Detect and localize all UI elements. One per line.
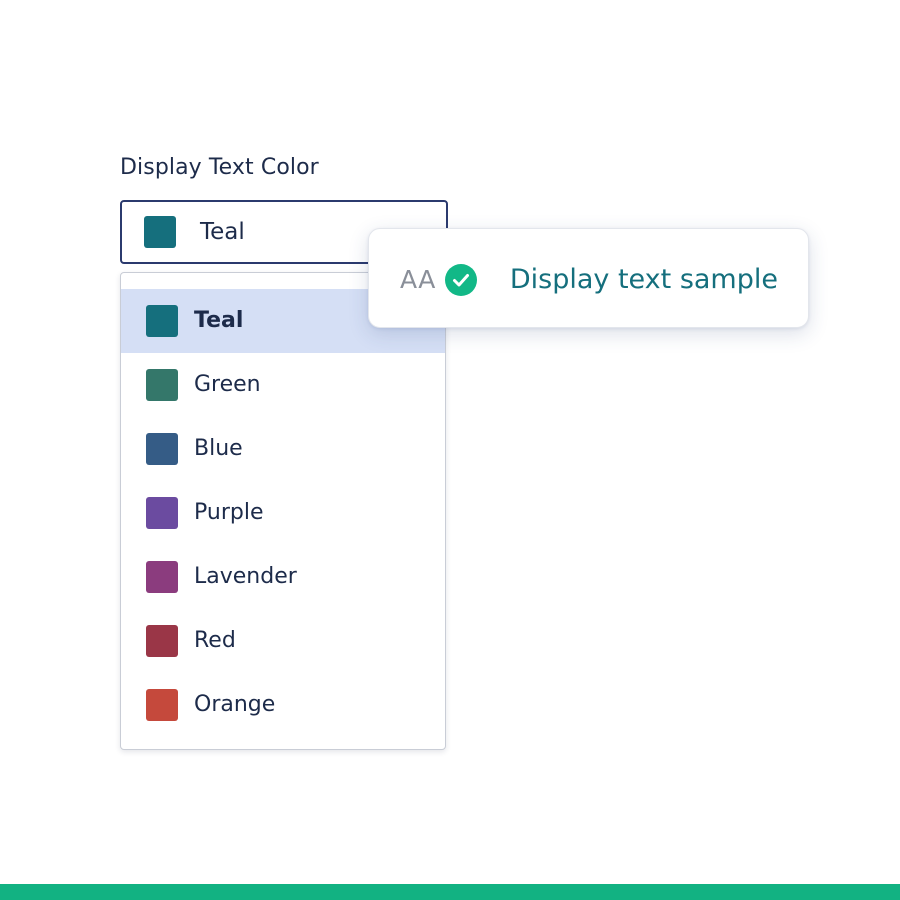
color-swatch [146,689,178,721]
color-option-label: Red [194,628,236,653]
color-option-list: Teal Green Blue Purple Lavender Red Oran… [121,289,445,737]
color-option-label: Green [194,372,261,397]
color-option-lavender[interactable]: Lavender [121,545,445,609]
field-label: Display Text Color [120,155,319,180]
color-dropdown-menu: Teal Green Blue Purple Lavender Red Oran… [120,272,446,750]
accent-bar [0,884,900,900]
color-option-green[interactable]: Green [121,353,445,417]
display-text-sample: Display text sample [509,264,778,295]
color-swatch [146,305,178,337]
contrast-rating: AA [400,265,436,294]
selected-color-value: Teal [200,219,245,245]
color-option-blue[interactable]: Blue [121,417,445,481]
color-option-label: Blue [194,436,243,461]
color-swatch [146,497,178,529]
check-circle-icon [445,264,477,296]
contrast-tooltip: AA Display text sample [368,228,809,328]
color-option-label: Orange [194,692,276,717]
selected-color-swatch [144,216,176,248]
color-swatch [146,433,178,465]
color-option-red[interactable]: Red [121,609,445,673]
color-swatch [146,625,178,657]
color-swatch [146,369,178,401]
color-option-label: Lavender [194,564,297,589]
color-option-orange[interactable]: Orange [121,673,445,737]
color-option-label: Teal [194,308,244,333]
color-option-label: Purple [194,500,264,525]
color-option-purple[interactable]: Purple [121,481,445,545]
color-swatch [146,561,178,593]
